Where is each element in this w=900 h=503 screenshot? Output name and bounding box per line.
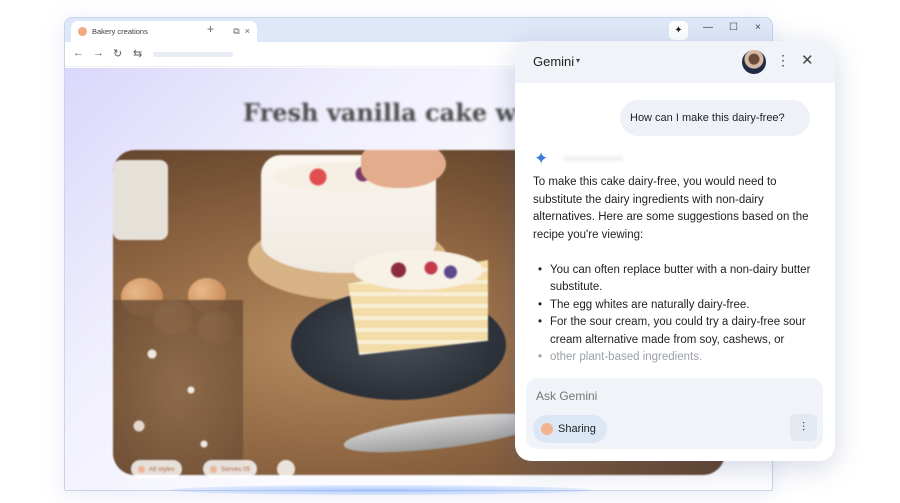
recipe-chip-serves[interactable]: Serves 05 [203,460,258,478]
slice-topping-shape [353,250,483,290]
reload-button[interactable]: ↻ [113,47,122,60]
address-bar[interactable] [147,48,517,61]
avatar[interactable] [742,50,766,74]
tab-bakery-creations[interactable]: Bakery creations ⧉ × [71,21,257,42]
forward-button[interactable]: → [93,47,104,59]
mic-icon[interactable]: ⫶ [790,414,817,441]
response-intro: To make this cake dairy-free, you would … [533,176,809,241]
ask-gemini-input[interactable] [536,389,766,403]
gemini-panel: Gemini ▾ ⋮ ✕ How can I make this dairy-f… [515,41,835,461]
response-bullet: The egg whites are naturally dairy-free. [533,297,823,315]
url-text-placeholder [153,52,233,57]
recipe-chip-styles[interactable]: All styles [131,460,182,478]
chip-label: All styles [149,465,175,473]
recipe-chip-more[interactable] [277,460,295,478]
tab-close-icon[interactable]: × [245,27,250,36]
user-message: How can I make this dairy-free? [620,100,810,136]
glow-decoration [170,485,590,495]
gemini-header: Gemini ▾ ⋮ ✕ [515,41,835,83]
chip-icon [138,465,145,473]
spoon-shape [341,405,545,461]
cup-shape [113,160,168,240]
new-tab-button[interactable]: + [207,22,214,36]
prompt-box: Sharing ⫶ [526,378,823,449]
close-icon[interactable]: ✕ [801,51,814,69]
chip-label: Serves 05 [221,465,251,473]
response-list: You can often replace butter with a non-… [533,262,823,367]
gemini-response: To make this cake dairy-free, you would … [533,174,823,367]
more-options-icon[interactable]: ⋮ [776,52,790,69]
gemini-title[interactable]: Gemini [533,54,574,69]
flowers-shape [113,300,243,475]
sharing-label: Sharing [558,423,596,435]
minimize-button[interactable]: — [703,22,713,33]
tab-strip: Bakery creations ⧉ × + ✦ — ☐ × [65,18,772,42]
back-button[interactable]: ← [73,47,84,59]
maximize-button[interactable]: ☐ [729,22,738,33]
shared-page-icon [541,423,553,435]
response-status-placeholder [563,156,623,161]
response-bullet: You can often replace butter with a non-… [533,262,823,297]
window-close-button[interactable]: × [755,22,761,33]
favicon-icon [78,27,87,36]
sharing-chip[interactable]: Sharing [533,415,607,443]
response-bullet-continued: other plant-based ingredients. [533,349,823,367]
gemini-spark-icon: ✦ [534,149,549,168]
gemini-toolbar-button[interactable]: ✦ [669,21,688,40]
chip-icon [210,465,217,473]
site-settings-icon[interactable]: ⇆ [133,47,142,60]
response-bullet: For the sour cream, you could try a dair… [533,314,823,349]
tab-group-icon[interactable]: ⧉ [233,27,239,36]
chevron-down-icon[interactable]: ▾ [576,56,580,65]
